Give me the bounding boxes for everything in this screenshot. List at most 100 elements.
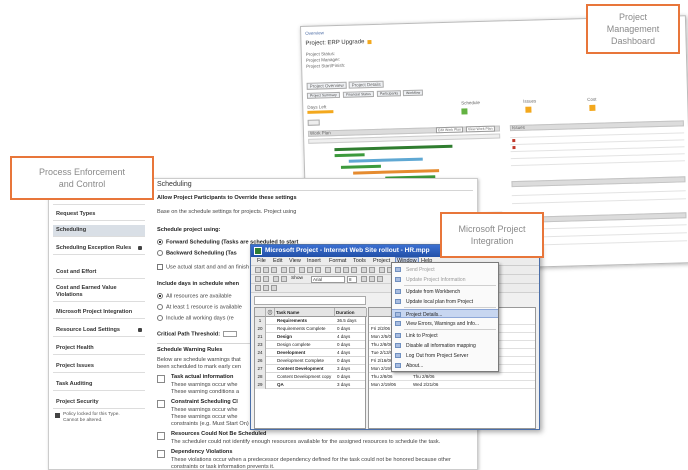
font-size-select[interactable]: 8 xyxy=(347,276,357,283)
dependency-checkbox[interactable] xyxy=(157,450,165,458)
toolbar-icon[interactable] xyxy=(263,285,269,291)
sidebar-item-cost-earned-value[interactable]: Cost and Earned Value Violations xyxy=(53,283,145,302)
menu-project[interactable]: Project xyxy=(373,258,390,264)
dependency-heading: Dependency Violations xyxy=(171,449,233,455)
sidebar-item-project-health[interactable]: Project Health xyxy=(53,343,145,355)
sidebar-item-task-auditing[interactable]: Task Auditing xyxy=(53,379,145,391)
menu-item[interactable]: About... xyxy=(392,361,498,370)
table-row[interactable]: 26 Development Complete 0 days xyxy=(255,357,365,365)
sidebar-item-scheduling[interactable]: Scheduling xyxy=(53,225,145,237)
unlink-icon[interactable] xyxy=(343,267,349,273)
constraint-checkbox[interactable] xyxy=(157,400,165,408)
dash-tab-overview[interactable]: Project Overview xyxy=(306,81,347,90)
grid-header-id[interactable] xyxy=(255,308,266,317)
backward-scheduling-option[interactable]: Backward Scheduling (Tas xyxy=(157,250,237,256)
new-icon[interactable] xyxy=(255,267,261,273)
undo-icon[interactable] xyxy=(325,267,331,273)
table-row[interactable]: Thu 2/8/06 Thu 2/8/06 xyxy=(369,373,535,381)
sidebar-item-project-security[interactable]: Project Security xyxy=(53,397,145,409)
dash-tab-details[interactable]: Project Details xyxy=(348,80,384,89)
table-row[interactable]: 27 Content Development 3 days xyxy=(255,365,365,373)
info-column-icon[interactable]: ⓘ xyxy=(266,308,275,317)
sidebar-item-request-types[interactable]: Request Types xyxy=(53,209,145,221)
sidebar-item-project-issues[interactable]: Project Issues xyxy=(53,361,145,373)
task-actual-checkbox[interactable] xyxy=(157,375,165,383)
zoom-in-icon[interactable] xyxy=(379,267,385,273)
entry-bar[interactable] xyxy=(254,296,366,305)
dependency-desc: constraints or task information prevents… xyxy=(171,464,275,470)
include-all-option[interactable]: Include all working days (re xyxy=(157,315,234,321)
outdent-icon[interactable] xyxy=(255,276,261,282)
resources-checkbox[interactable] xyxy=(157,432,165,440)
dash-subtab-financial[interactable]: Financial Status xyxy=(342,90,374,98)
task-info-icon[interactable] xyxy=(361,267,367,273)
menu-item[interactable]: Link to Project xyxy=(392,331,498,340)
table-row[interactable]: 29 QA 3 days xyxy=(255,381,365,389)
table-row[interactable]: 21 Design 4 days xyxy=(255,333,365,341)
bold-icon[interactable] xyxy=(361,276,367,282)
critical-path-input[interactable] xyxy=(223,331,238,337)
copy-icon[interactable] xyxy=(307,267,313,273)
dash-subtab-participants[interactable]: Participants xyxy=(376,90,402,97)
radio[interactable] xyxy=(157,250,163,256)
minus-icon[interactable] xyxy=(281,276,287,282)
cut-icon[interactable] xyxy=(299,267,305,273)
table-row[interactable]: 20 Requirements Complete 0 days xyxy=(255,325,365,333)
edit-work-plan-button[interactable]: Edit Work Plan xyxy=(435,126,464,134)
menu-item[interactable]: Send Project xyxy=(392,265,498,274)
menu-item[interactable]: Log Out from Project Server xyxy=(392,351,498,360)
table-row[interactable]: 23 Design complete 0 days xyxy=(255,341,365,349)
plus-icon[interactable] xyxy=(273,276,279,282)
radio[interactable] xyxy=(157,315,163,321)
link-icon[interactable] xyxy=(335,267,341,273)
table-row[interactable]: 24 Development 4 days xyxy=(255,349,365,357)
print-icon[interactable] xyxy=(281,267,287,273)
radio-selected[interactable] xyxy=(157,239,163,245)
all-resources-option[interactable]: All resources are available xyxy=(157,293,232,299)
font-select[interactable]: Arial xyxy=(311,276,345,283)
dash-subtab-workflow[interactable]: Workflow xyxy=(402,89,424,97)
view-work-plan-button[interactable]: View Work Plan xyxy=(465,125,495,133)
menu-item[interactable]: Disable all information mapping xyxy=(392,341,498,350)
menu-item[interactable]: View Errors, Warnings and Info... xyxy=(392,319,498,328)
italic-icon[interactable] xyxy=(369,276,375,282)
radio-selected[interactable] xyxy=(157,293,163,299)
menu-item[interactable]: Project Details... xyxy=(392,309,498,318)
menu-edit[interactable]: Edit xyxy=(273,258,282,264)
radio[interactable] xyxy=(157,304,163,310)
dash-small-button[interactable] xyxy=(307,119,320,126)
sidebar-item-scheduling-exception-rules[interactable]: Scheduling Exception Rules xyxy=(53,243,145,255)
menu-item[interactable]: Update local plan from Project xyxy=(392,297,498,306)
table-row[interactable]: Mon 2/19/06 Wed 2/21/06 xyxy=(369,381,535,389)
sidebar-item-cost-and-effort[interactable]: Cost and Effort xyxy=(53,267,145,279)
menu-tools[interactable]: Tools xyxy=(353,258,366,264)
menu-insert[interactable]: Insert xyxy=(307,258,321,264)
checkbox[interactable] xyxy=(157,264,163,270)
sidebar-item-resource-load-settings[interactable]: Resource Load Settings xyxy=(53,325,145,337)
menu-file[interactable]: File xyxy=(257,258,266,264)
underline-icon[interactable] xyxy=(377,276,383,282)
dash-subtab-summary[interactable]: Project Summary xyxy=(306,91,340,99)
table-row[interactable]: 1 Requirements 36.5 days xyxy=(255,317,365,325)
open-icon[interactable] xyxy=(263,267,269,273)
split-icon[interactable] xyxy=(351,267,357,273)
at-least-one-option[interactable]: At least 1 resource is available xyxy=(157,304,242,310)
menu-item[interactable]: Update Project Information xyxy=(392,275,498,284)
use-actual-option[interactable]: Use actual start and and an finish xyxy=(157,264,249,270)
notes-icon[interactable] xyxy=(369,267,375,273)
grid-header-duration[interactable]: Duration xyxy=(335,308,367,317)
menu-format[interactable]: Format xyxy=(329,258,346,264)
menu-item[interactable]: Update from Workbench xyxy=(392,287,498,296)
preview-icon[interactable] xyxy=(289,267,295,273)
save-icon[interactable] xyxy=(271,267,277,273)
paste-icon[interactable] xyxy=(315,267,321,273)
grid-header-task-name[interactable]: Task Name xyxy=(275,308,335,317)
toolbar-icon[interactable] xyxy=(271,285,277,291)
menu-view[interactable]: View xyxy=(289,258,301,264)
indent-icon[interactable] xyxy=(263,276,269,282)
dash-breadcrumb[interactable]: Overview xyxy=(305,30,324,36)
sidebar-item-ms-project-integration[interactable]: Microsoft Project Integration xyxy=(53,307,145,319)
toolbar-icon[interactable] xyxy=(255,285,261,291)
table-row[interactable]: 28 Content Development copy 0 days xyxy=(255,373,365,381)
show-label[interactable]: Show xyxy=(291,276,303,281)
